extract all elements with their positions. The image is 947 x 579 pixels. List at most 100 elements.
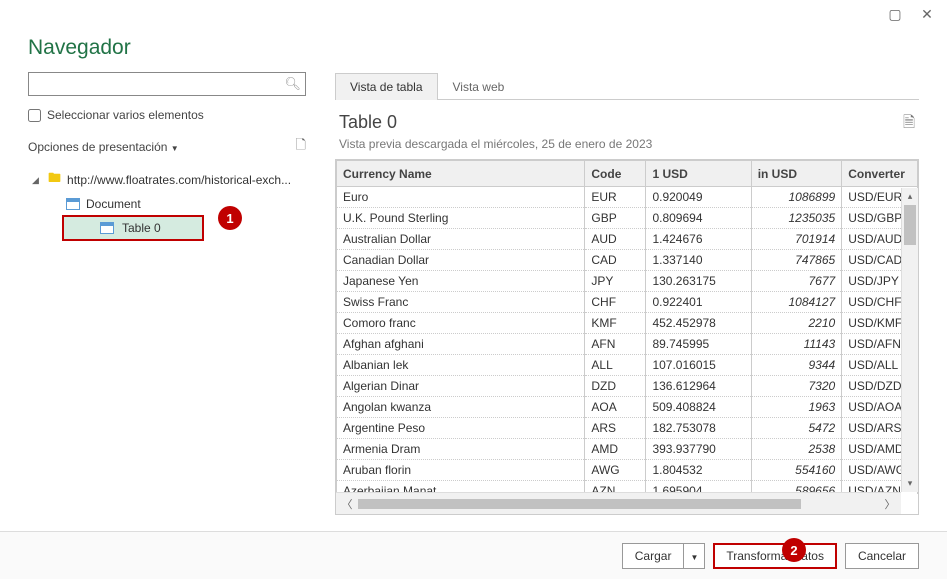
preview-subtitle: Vista previa descargada el miércoles, 25… bbox=[339, 137, 652, 151]
export-icon[interactable]: 🗎 bbox=[903, 112, 915, 137]
multi-select-input[interactable] bbox=[28, 109, 41, 122]
cell-usd: 107.016015 bbox=[646, 355, 751, 376]
scroll-up-icon[interactable]: ▴ bbox=[902, 188, 918, 205]
cell-usd: 1.337140 bbox=[646, 250, 751, 271]
cell-inusd: 11143 bbox=[751, 334, 842, 355]
table-row[interactable]: Australian DollarAUD1.424676701914USD/AU… bbox=[337, 229, 918, 250]
cell-usd: 1.424676 bbox=[646, 229, 751, 250]
table-row[interactable]: Swiss FrancCHF0.9224011084127USD/CHF bbox=[337, 292, 918, 313]
col-currency-name[interactable]: Currency Name bbox=[337, 161, 585, 187]
cell-inusd: 2538 bbox=[751, 439, 842, 460]
tree-table0-node[interactable]: Table 0 bbox=[62, 215, 204, 241]
cell-name: Comoro franc bbox=[337, 313, 585, 334]
cell-inusd: 2210 bbox=[751, 313, 842, 334]
header: Navegador bbox=[0, 28, 947, 72]
tree-document-label: Document bbox=[86, 197, 141, 211]
tab-table-view[interactable]: Vista de tabla bbox=[335, 73, 438, 100]
cell-name: Algerian Dinar bbox=[337, 376, 585, 397]
cell-code: AWG bbox=[585, 460, 646, 481]
navigator-pane: 🔍︎ Seleccionar varios elementos Opciones… bbox=[0, 72, 335, 540]
cell-name: Armenia Dram bbox=[337, 439, 585, 460]
cell-usd: 452.452978 bbox=[646, 313, 751, 334]
cell-inusd: 1963 bbox=[751, 397, 842, 418]
scroll-down-icon[interactable]: ▾ bbox=[902, 475, 918, 492]
cell-usd: 1.804532 bbox=[646, 460, 751, 481]
search-icon[interactable]: 🔍︎ bbox=[284, 76, 301, 92]
table-row[interactable]: Afghan afghaniAFN89.74599511143USD/AFN bbox=[337, 334, 918, 355]
cell-usd: 0.922401 bbox=[646, 292, 751, 313]
table-row[interactable]: Armenia DramAMD393.9377902538USD/AMD bbox=[337, 439, 918, 460]
view-tabs: Vista de tabla Vista web bbox=[335, 72, 919, 100]
folder-icon: 🖿 bbox=[48, 169, 61, 191]
table-row[interactable]: U.K. Pound SterlingGBP0.8096941235035USD… bbox=[337, 208, 918, 229]
cell-code: AOA bbox=[585, 397, 646, 418]
scroll-left-icon[interactable]: 〈 bbox=[336, 496, 358, 512]
cell-name: Albanian lek bbox=[337, 355, 585, 376]
table-row[interactable]: Comoro francKMF452.4529782210USD/KMF bbox=[337, 313, 918, 334]
collapse-icon[interactable]: ◢ bbox=[32, 175, 42, 186]
tree-table0-label: Table 0 bbox=[122, 221, 161, 235]
tree-document-node[interactable]: Document bbox=[28, 192, 306, 216]
tree-root-label: http://www.floatrates.com/historical-exc… bbox=[67, 173, 291, 187]
maximize-icon[interactable]: ▢ bbox=[883, 2, 907, 26]
cell-usd: 182.753078 bbox=[646, 418, 751, 439]
table-row[interactable]: Aruban florinAWG1.804532554160USD/AWG bbox=[337, 460, 918, 481]
titlebar: ▢ ✕ bbox=[0, 0, 947, 28]
multi-select-label: Seleccionar varios elementos bbox=[47, 108, 204, 122]
horizontal-scrollbar[interactable]: 〈 〉 bbox=[336, 492, 901, 514]
source-tree: ◢ 🖿 http://www.floatrates.com/historical… bbox=[28, 168, 306, 240]
cancel-button[interactable]: Cancelar bbox=[845, 543, 919, 569]
table-row[interactable]: Canadian DollarCAD1.337140747865USD/CAD bbox=[337, 250, 918, 271]
cell-usd: 89.745995 bbox=[646, 334, 751, 355]
cell-inusd: 7320 bbox=[751, 376, 842, 397]
cell-usd: 136.612964 bbox=[646, 376, 751, 397]
cell-name: Japanese Yen bbox=[337, 271, 585, 292]
vertical-scrollbar[interactable]: ▴ ▾ bbox=[901, 188, 918, 492]
search-input[interactable] bbox=[29, 73, 305, 95]
tab-web-view[interactable]: Vista web bbox=[438, 73, 520, 100]
table-row[interactable]: Japanese YenJPY130.2631757677USD/JPY bbox=[337, 271, 918, 292]
cell-code: CHF bbox=[585, 292, 646, 313]
cell-code: KMF bbox=[585, 313, 646, 334]
cell-inusd: 747865 bbox=[751, 250, 842, 271]
close-icon[interactable]: ✕ bbox=[915, 2, 939, 26]
table-row[interactable]: Argentine PesoARS182.7530785472USD/ARS bbox=[337, 418, 918, 439]
cell-name: Afghan afghani bbox=[337, 334, 585, 355]
table-row[interactable]: Albanian lekALL107.0160159344USD/ALL bbox=[337, 355, 918, 376]
table-row[interactable]: Angolan kwanzaAOA509.4088241963USD/AOA bbox=[337, 397, 918, 418]
hscroll-thumb[interactable] bbox=[358, 499, 801, 509]
display-options-dropdown[interactable]: Opciones de presentación ▼ bbox=[28, 140, 179, 154]
preview-pane: Vista de tabla Vista web Table 0 Vista p… bbox=[335, 72, 947, 540]
dialog-title: Navegador bbox=[28, 36, 919, 60]
multi-select-checkbox[interactable]: Seleccionar varios elementos bbox=[28, 108, 335, 122]
cell-inusd: 554160 bbox=[751, 460, 842, 481]
refresh-icon[interactable]: 🗋 bbox=[296, 136, 306, 158]
chevron-down-icon: ▼ bbox=[690, 553, 698, 562]
scroll-thumb[interactable] bbox=[904, 205, 916, 245]
cell-code: ALL bbox=[585, 355, 646, 376]
cell-code: EUR bbox=[585, 187, 646, 208]
cell-usd: 130.263175 bbox=[646, 271, 751, 292]
transform-data-button[interactable]: Transformar datos bbox=[713, 543, 837, 569]
cell-name: Angolan kwanza bbox=[337, 397, 585, 418]
cell-code: AFN bbox=[585, 334, 646, 355]
table-row[interactable]: Algerian DinarDZD136.6129647320USD/DZD bbox=[337, 376, 918, 397]
load-dropdown-button[interactable]: ▼ bbox=[683, 543, 705, 569]
load-button[interactable]: Cargar bbox=[622, 543, 684, 569]
table-icon bbox=[100, 222, 114, 234]
col-code[interactable]: Code bbox=[585, 161, 646, 187]
col-1usd[interactable]: 1 USD bbox=[646, 161, 751, 187]
cell-inusd: 1084127 bbox=[751, 292, 842, 313]
cell-name: Australian Dollar bbox=[337, 229, 585, 250]
search-box[interactable]: 🔍︎ bbox=[28, 72, 306, 96]
col-inusd[interactable]: in USD bbox=[751, 161, 842, 187]
col-converter[interactable]: Converter bbox=[842, 161, 918, 187]
tree-root-node[interactable]: ◢ 🖿 http://www.floatrates.com/historical… bbox=[28, 168, 306, 192]
annotation-badge-1: 1 bbox=[218, 206, 242, 230]
cell-code: JPY bbox=[585, 271, 646, 292]
data-table: Currency Name Code 1 USD in USD Converte… bbox=[336, 160, 918, 494]
cell-usd: 0.920049 bbox=[646, 187, 751, 208]
cell-usd: 0.809694 bbox=[646, 208, 751, 229]
scroll-right-icon[interactable]: 〉 bbox=[879, 496, 901, 512]
table-row[interactable]: EuroEUR0.9200491086899USD/EUR bbox=[337, 187, 918, 208]
